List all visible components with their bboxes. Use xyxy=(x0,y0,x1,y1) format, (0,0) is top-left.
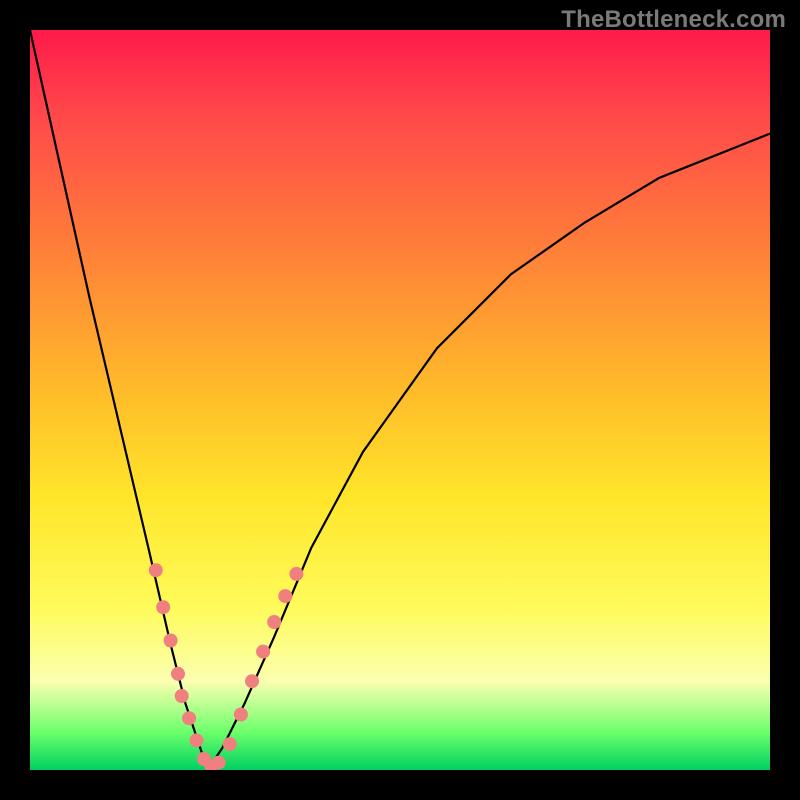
chart-plot-area xyxy=(30,30,770,770)
scatter-dot xyxy=(278,589,292,603)
chart-svg xyxy=(30,30,770,770)
scatter-group xyxy=(149,563,304,770)
scatter-dot xyxy=(190,733,204,747)
scatter-dot xyxy=(171,667,185,681)
left-branch-curve xyxy=(30,30,208,770)
right-branch-curve xyxy=(208,134,770,770)
scatter-dot xyxy=(267,615,281,629)
scatter-dot xyxy=(182,711,196,725)
scatter-dot xyxy=(289,567,303,581)
scatter-dot xyxy=(223,737,237,751)
scatter-dot xyxy=(245,674,259,688)
scatter-dot xyxy=(164,634,178,648)
scatter-dot xyxy=(156,600,170,614)
chart-frame: TheBottleneck.com xyxy=(0,0,800,800)
scatter-dot xyxy=(149,563,163,577)
scatter-dot xyxy=(234,708,248,722)
scatter-dot xyxy=(256,645,270,659)
curve-group xyxy=(30,30,770,770)
watermark-text: TheBottleneck.com xyxy=(561,6,786,34)
scatter-dot xyxy=(212,756,226,770)
scatter-dot xyxy=(175,689,189,703)
